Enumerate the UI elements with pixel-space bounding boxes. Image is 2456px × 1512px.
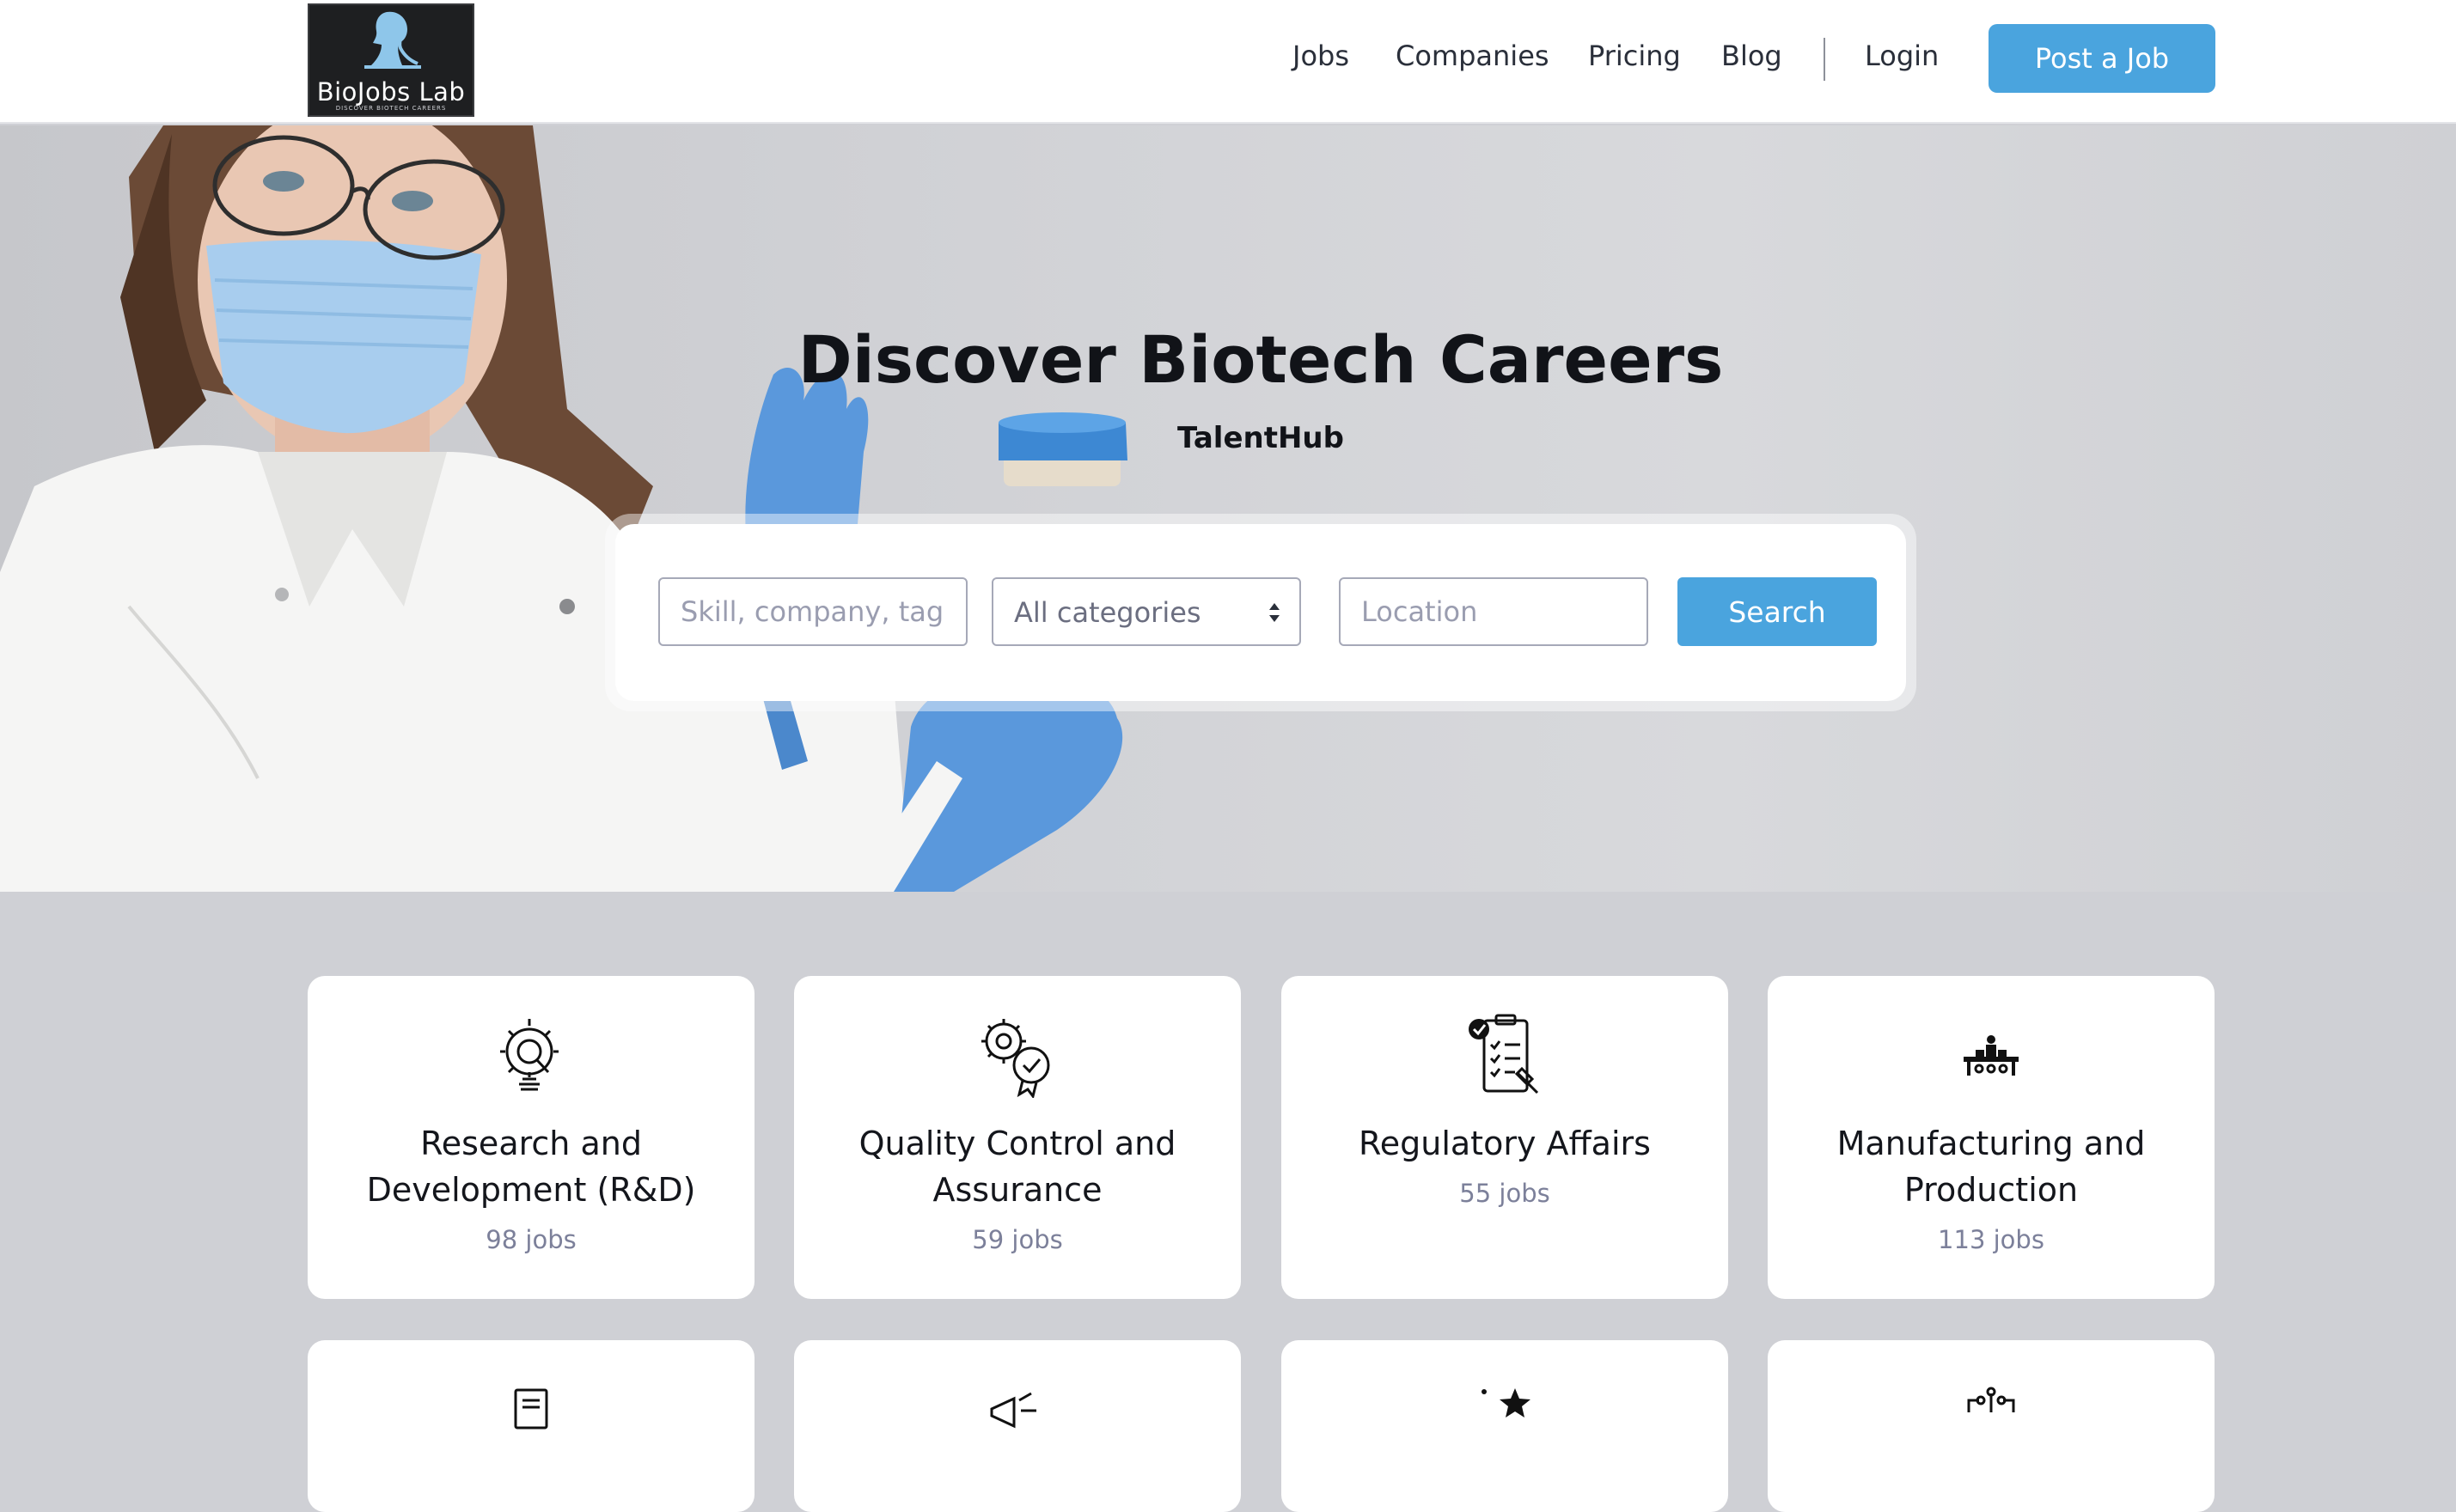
- location-input[interactable]: [1339, 577, 1648, 646]
- category-card-quality[interactable]: Quality Control and Assurance 59 jobs: [794, 976, 1241, 1299]
- category-title: Manufacturing and Production: [1836, 1125, 2146, 1209]
- nav-blog-link[interactable]: Blog: [1721, 40, 1782, 72]
- hero-subtitle: TalentHub: [1177, 421, 1344, 455]
- nav-login-link[interactable]: Login: [1865, 40, 1939, 72]
- hero-title: Discover Biotech Careers: [797, 321, 1724, 398]
- category-select-value: All categories: [1014, 596, 1201, 629]
- category-title: Regulatory Affairs: [1359, 1125, 1651, 1162]
- regulatory-clipboard-icon: [1469, 1014, 1539, 1094]
- category-card[interactable]: [794, 1340, 1241, 1512]
- brand-logo[interactable]: BioJobs Lab DISCOVER BIOTECH CAREERS: [308, 3, 474, 117]
- star-award-icon: [1482, 1388, 1530, 1418]
- category-card[interactable]: [308, 1340, 755, 1512]
- category-job-count: 98 jobs: [486, 1225, 577, 1254]
- category-job-count: 55 jobs: [1459, 1179, 1550, 1208]
- megaphone-icon: [990, 1392, 1036, 1429]
- category-job-count: 113 jobs: [1938, 1225, 2044, 1254]
- brand-tagline: DISCOVER BIOTECH CAREERS: [335, 105, 447, 112]
- search-form: All categories Search: [615, 524, 1906, 701]
- production-line-icon: [1964, 1035, 2019, 1076]
- site-header: BioJobs Lab DISCOVER BIOTECH CAREERS Job…: [0, 0, 2456, 124]
- category-card-manufacturing[interactable]: Manufacturing and Production 113 jobs: [1768, 976, 2215, 1299]
- research-gear-icon: [500, 1019, 559, 1091]
- search-button[interactable]: Search: [1677, 577, 1877, 646]
- category-card[interactable]: [1768, 1340, 2215, 1512]
- category-title: Quality Control and Assurance: [858, 1125, 1176, 1209]
- circuit-icon: [1967, 1387, 2015, 1412]
- category-card[interactable]: [1281, 1340, 1728, 1512]
- select-updown-icon: [1269, 603, 1280, 622]
- document-icon: [514, 1388, 548, 1430]
- category-title: Research and Development (R&D): [366, 1125, 696, 1209]
- category-job-count: 59 jobs: [972, 1225, 1063, 1254]
- category-card-rnd[interactable]: Research and Development (R&D) 98 jobs: [308, 976, 755, 1299]
- quality-badge-icon: [981, 1019, 1050, 1098]
- nav-pricing-link[interactable]: Pricing: [1588, 40, 1681, 72]
- nav-companies-link[interactable]: Companies: [1396, 40, 1549, 72]
- search-panel: All categories Search: [605, 514, 1916, 711]
- hero-scientist-image: [0, 125, 1127, 892]
- nav-divider: [1824, 38, 1825, 81]
- post-job-button[interactable]: Post a Job: [1989, 24, 2215, 93]
- category-select[interactable]: All categories: [992, 577, 1301, 646]
- scientist-logo-icon: [364, 11, 421, 69]
- category-card-regulatory[interactable]: Regulatory Affairs 55 jobs: [1281, 976, 1728, 1299]
- hero-section: Discover Biotech Careers TalentHub All c…: [0, 125, 2456, 892]
- nav-jobs-link[interactable]: Jobs: [1292, 40, 1349, 72]
- keyword-search-input[interactable]: [658, 577, 968, 646]
- brand-name: BioJobs Lab: [316, 77, 466, 107]
